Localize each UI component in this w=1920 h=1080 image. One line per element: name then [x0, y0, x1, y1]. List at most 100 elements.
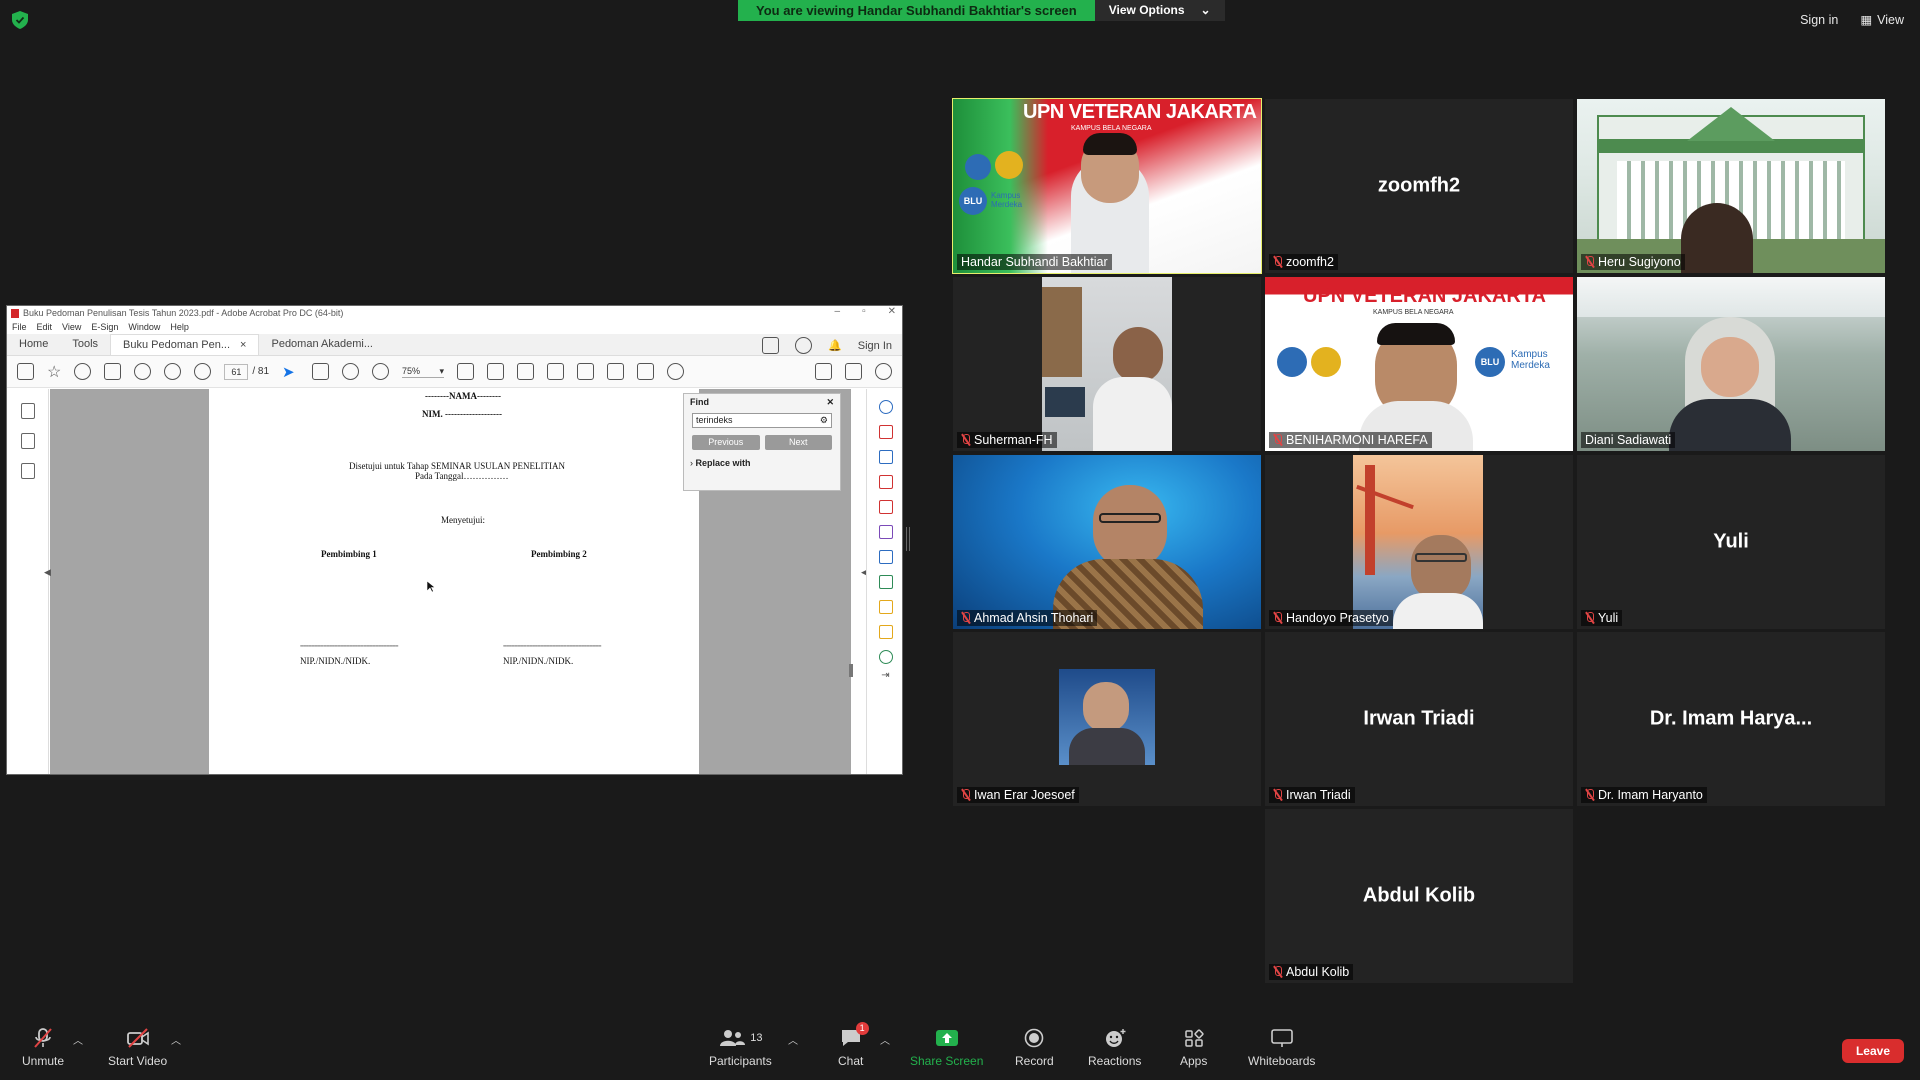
close-icon[interactable]: ✕ — [888, 306, 896, 317]
video-tile[interactable]: Ahmad Ahsin Thohari — [953, 455, 1261, 629]
shield-icon[interactable] — [12, 11, 28, 29]
highlight-icon[interactable] — [547, 363, 565, 380]
edit-pdf-icon[interactable] — [878, 500, 893, 514]
replace-with-toggle[interactable]: › Replace with — [690, 458, 834, 468]
chat-button[interactable]: 1 Chat — [838, 1022, 869, 1068]
menu-edit[interactable]: Edit — [37, 322, 53, 332]
search-icon[interactable] — [878, 400, 893, 414]
video-tile[interactable]: Dr. Imam Harya... Dr. Imam Haryanto — [1577, 632, 1885, 806]
find-input[interactable]: terindeks ⚙ — [692, 413, 832, 428]
page-up-icon[interactable] — [164, 363, 182, 380]
record-button[interactable]: Record — [1015, 1028, 1054, 1068]
participants-button[interactable]: 13 Participants — [709, 1028, 772, 1068]
panel-splitter[interactable] — [906, 527, 910, 551]
pages-panel-icon[interactable] — [20, 403, 35, 419]
comment-icon[interactable] — [517, 363, 535, 380]
video-tile[interactable]: Iwan Erar Joesoef — [953, 632, 1261, 806]
menu-window[interactable]: Window — [128, 322, 160, 332]
organize-pages-icon[interactable] — [878, 475, 893, 489]
upload-icon[interactable] — [74, 363, 92, 380]
video-tile[interactable]: zoomfh2 zoomfh2 — [1265, 99, 1573, 273]
video-options-caret-icon[interactable]: ︿ — [171, 1032, 181, 1047]
scroll-mode-icon[interactable] — [487, 363, 505, 380]
create-pdf-icon[interactable] — [878, 450, 893, 464]
close-icon[interactable]: ✕ — [826, 397, 834, 408]
acrobat-sign-in[interactable]: Sign In — [858, 340, 892, 352]
print-icon[interactable] — [104, 363, 122, 380]
apps-button[interactable]: Apps — [1180, 1028, 1207, 1068]
star-icon[interactable]: ☆ — [47, 362, 61, 382]
whiteboards-button[interactable]: Whiteboards — [1248, 1028, 1315, 1068]
attachment-icon[interactable] — [20, 463, 35, 479]
mail-icon[interactable] — [845, 363, 862, 380]
comment-panel-icon[interactable] — [878, 625, 893, 639]
page-number-field[interactable]: 61 / 81 — [224, 363, 269, 380]
tab-document-pedoman[interactable]: Pedoman Akademi... — [259, 334, 385, 355]
video-tile[interactable]: Handoyo Prasetyo — [1265, 455, 1573, 629]
close-tab-icon[interactable]: × — [240, 339, 246, 351]
video-tile[interactable]: Diani Sadiawati — [1577, 277, 1885, 451]
view-options-button[interactable]: View Options ⌄ — [1094, 0, 1225, 21]
menu-esign[interactable]: E-Sign — [91, 322, 118, 332]
help-icon[interactable] — [795, 337, 813, 354]
find-next-button[interactable]: Next — [764, 435, 832, 450]
start-video-button[interactable]: Start Video — [108, 1028, 167, 1068]
share-icon[interactable] — [762, 337, 780, 354]
tab-home[interactable]: Home — [7, 334, 60, 355]
bookmark-icon[interactable] — [20, 433, 35, 449]
more-tools-icon[interactable] — [878, 650, 893, 664]
fill-sign-icon[interactable] — [878, 525, 893, 539]
sign-icon[interactable] — [577, 363, 595, 380]
save-icon[interactable] — [17, 363, 34, 380]
hand-tool-icon[interactable] — [312, 363, 330, 380]
document-scrollbar[interactable] — [846, 389, 856, 774]
select-cursor-icon[interactable]: ➤ — [282, 363, 299, 381]
export-pdf-icon[interactable] — [878, 425, 893, 439]
unmute-button[interactable]: Unmute — [22, 1028, 64, 1068]
zoom-level-select[interactable]: 75% ▾ — [402, 366, 445, 378]
minimize-icon[interactable]: – — [835, 306, 841, 317]
find-previous-button[interactable]: Previous — [692, 435, 760, 450]
video-tile[interactable]: Abdul Kolib Abdul Kolib — [1265, 809, 1573, 983]
tab-document-buku[interactable]: Buku Pedoman Pen... × — [110, 334, 260, 355]
sign-in-link[interactable]: Sign in — [1800, 13, 1838, 27]
gear-icon[interactable]: ⚙ — [820, 414, 828, 427]
chat-caret-icon[interactable]: ︿ — [880, 1032, 890, 1047]
account-icon[interactable] — [875, 363, 892, 380]
bell-icon[interactable]: 🔔 — [828, 339, 842, 352]
page-down-icon[interactable] — [194, 363, 212, 380]
menu-file[interactable]: File — [12, 322, 27, 332]
zoom-in-icon[interactable] — [372, 363, 390, 380]
leave-button[interactable]: Leave — [1841, 1039, 1904, 1063]
video-tile[interactable]: UPN VETERAN JAKARTA KAMPUS BELA NEGARA B… — [952, 98, 1262, 274]
video-tile[interactable]: Suherman-FH — [953, 277, 1261, 451]
view-button[interactable]: ▦ View — [1860, 12, 1904, 28]
stamp-icon[interactable] — [607, 363, 625, 380]
kampus-merdeka-logo: Kampus Merdeka — [991, 191, 1023, 209]
audio-options-caret-icon[interactable]: ︿ — [73, 1032, 83, 1047]
reactions-button[interactable]: Reactions — [1088, 1028, 1141, 1068]
page-fit-icon[interactable] — [457, 363, 475, 380]
left-collapse-arrow-icon[interactable]: ◀ — [44, 567, 51, 578]
zoom-search-icon[interactable] — [134, 363, 152, 380]
zoom-out-icon[interactable] — [342, 363, 360, 380]
delete-icon[interactable] — [637, 363, 655, 380]
protect-icon[interactable] — [878, 600, 893, 614]
rotate-icon[interactable] — [667, 363, 685, 380]
request-signature-icon[interactable] — [878, 550, 893, 564]
tab-tools[interactable]: Tools — [60, 334, 110, 355]
menu-view[interactable]: View — [62, 322, 81, 332]
participants-caret-icon[interactable]: ︿ — [788, 1032, 798, 1047]
video-tile[interactable]: Irwan Triadi Irwan Triadi — [1265, 632, 1573, 806]
pdf-page[interactable]: --------NAMA-------- NIM. --------------… — [209, 389, 699, 774]
collapse-rail-icon[interactable]: ⇥ — [867, 670, 902, 681]
menu-help[interactable]: Help — [170, 322, 189, 332]
link-icon[interactable] — [815, 363, 832, 380]
restore-icon[interactable]: ▫ — [862, 306, 866, 317]
page-current[interactable]: 61 — [224, 363, 249, 380]
video-tile[interactable]: Heru Sugiyono — [1577, 99, 1885, 273]
share-screen-button[interactable]: Share Screen — [910, 1028, 983, 1068]
compare-icon[interactable] — [878, 575, 893, 589]
video-tile[interactable]: UPN VETERAN JAKARTA KAMPUS BELA NEGARA B… — [1265, 277, 1573, 451]
video-tile[interactable]: Yuli Yuli — [1577, 455, 1885, 629]
